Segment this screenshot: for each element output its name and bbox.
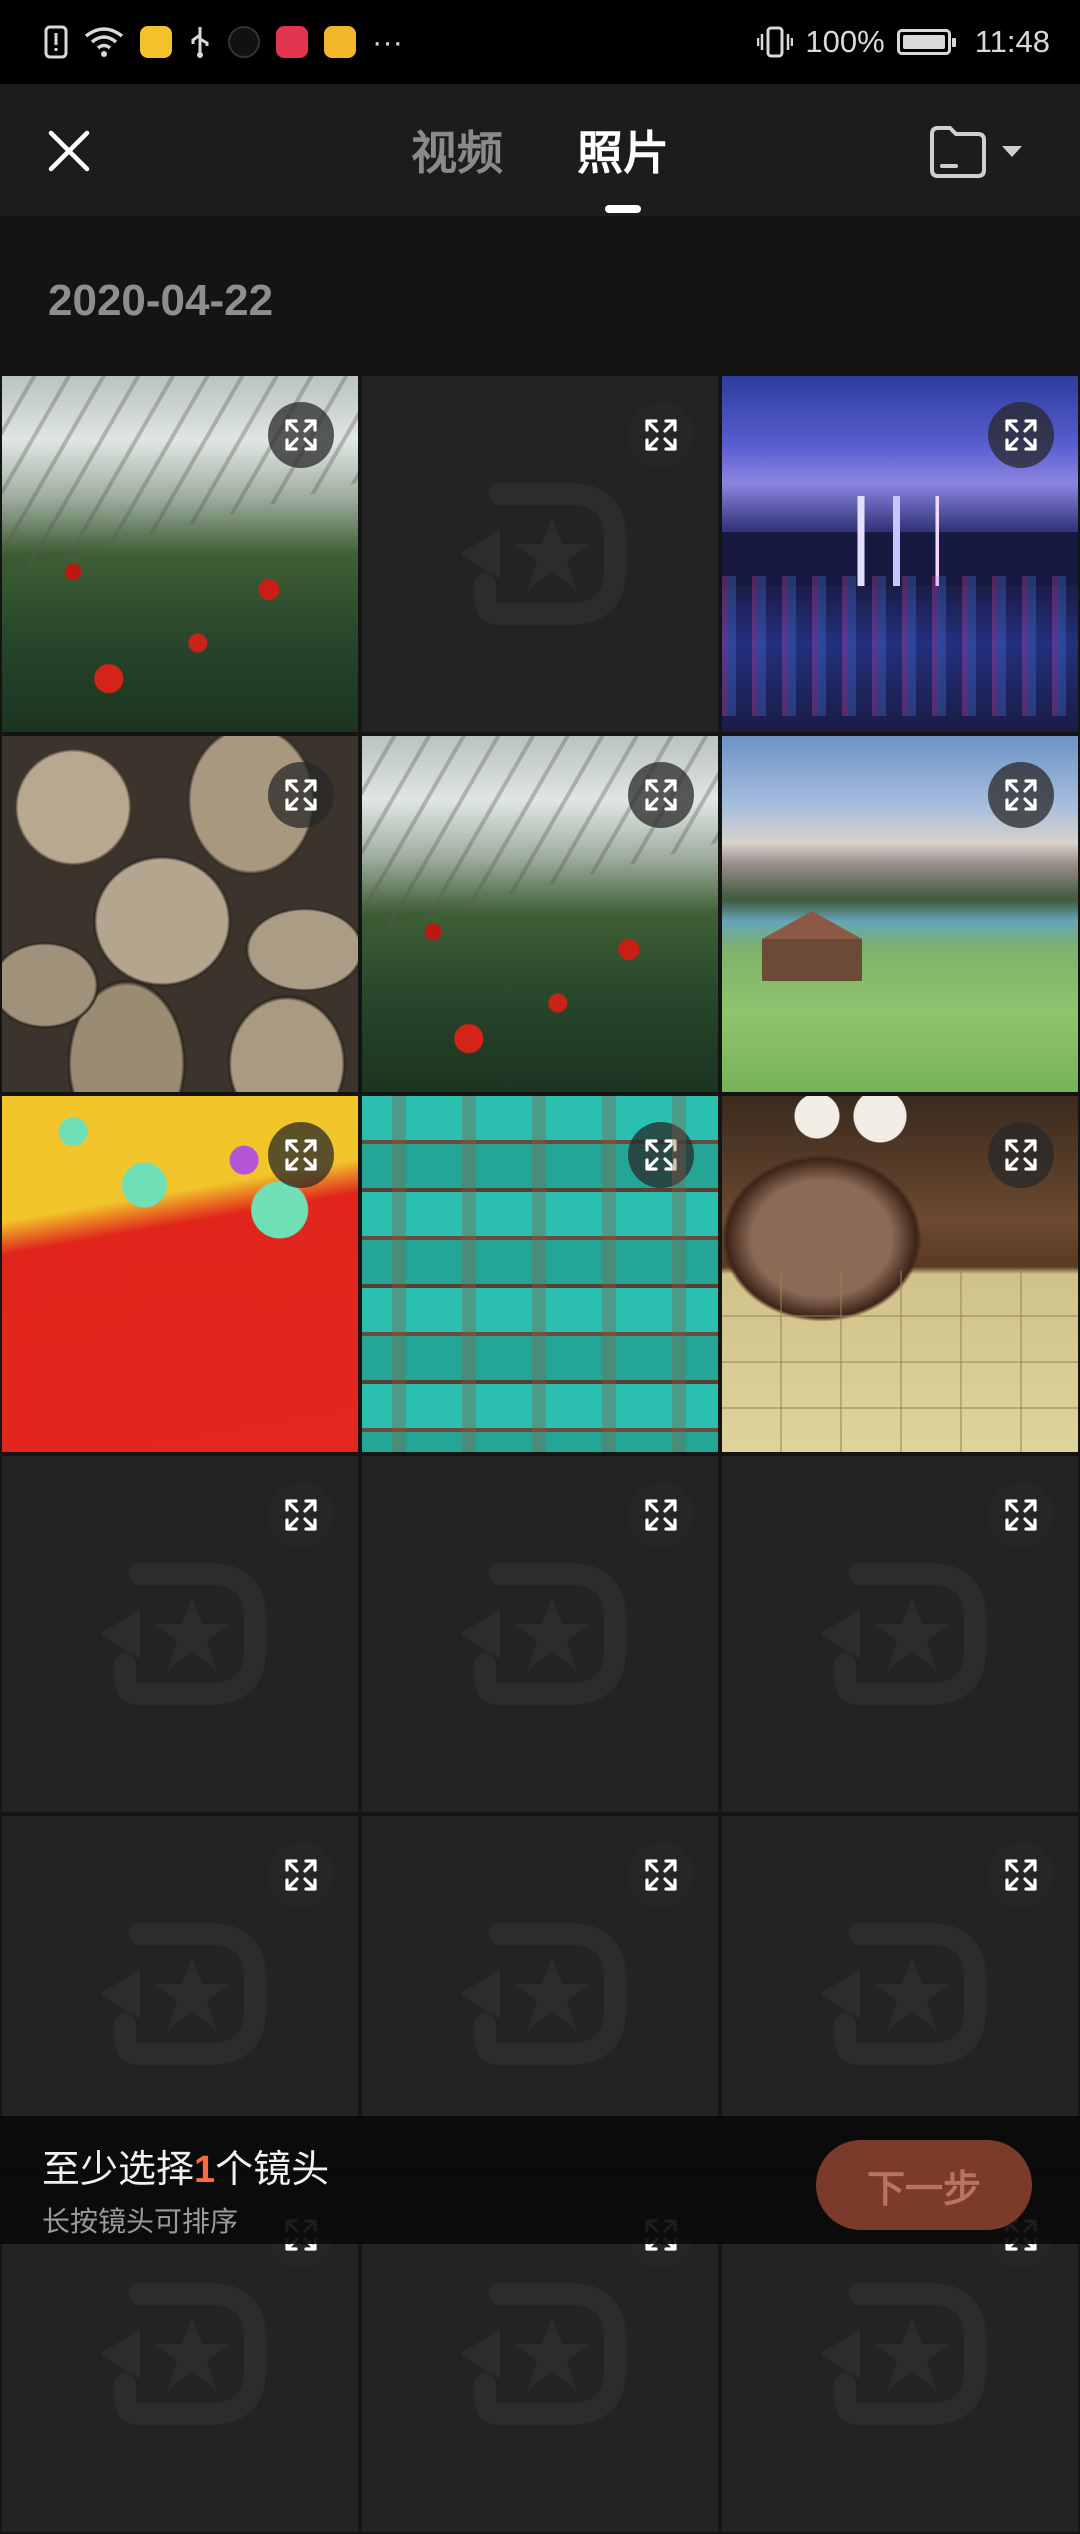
app-logo-placeholder-icon <box>80 1894 280 2094</box>
app-logo-placeholder-icon <box>80 1534 280 1734</box>
media-thumbnail-vase-floor[interactable] <box>722 1096 1078 1452</box>
media-thumbnail-red-floral[interactable] <box>2 1096 358 1452</box>
taxi-app-icon <box>140 22 172 62</box>
media-thumbnail-placeholder[interactable] <box>2 1456 358 1812</box>
preview-button[interactable] <box>268 1122 334 1188</box>
active-tab-indicator <box>605 205 641 213</box>
media-thumbnail-mountain-landscape[interactable] <box>722 736 1078 1092</box>
expand-icon <box>1004 1498 1038 1532</box>
selection-hint-count: 1 <box>194 2149 216 2191</box>
more-notifications-indicator: ··· <box>372 24 403 59</box>
expand-icon <box>284 1858 318 1892</box>
media-thumbnail-placeholder[interactable] <box>722 1456 1078 1812</box>
app-logo-placeholder-icon <box>800 1534 1000 1734</box>
selection-hint-prefix: 至少选择 <box>42 2147 195 2191</box>
media-thumbnail-placeholder[interactable] <box>362 376 718 732</box>
chevron-down-icon <box>1000 144 1024 160</box>
tiktok-app-icon <box>228 22 260 62</box>
status-bar: ··· 100% 11:48 <box>0 0 1080 84</box>
preview-button[interactable] <box>988 402 1054 468</box>
vibrate-icon <box>757 22 794 62</box>
folder-icon <box>928 124 988 180</box>
media-thumbnail-teal-wood[interactable] <box>362 1096 718 1452</box>
expand-icon <box>284 1498 318 1532</box>
expand-icon <box>284 778 318 812</box>
preview-button[interactable] <box>988 1122 1054 1188</box>
next-step-button[interactable]: 下一步 <box>816 2140 1032 2230</box>
preview-button[interactable] <box>268 402 334 468</box>
usb-icon <box>188 22 212 62</box>
clock: 11:48 <box>974 24 1050 59</box>
preview-button[interactable] <box>988 1842 1054 1908</box>
media-type-tabs: 视频 照片 <box>0 84 1080 216</box>
tab-photo[interactable]: 照片 <box>571 117 675 213</box>
media-thumbnail-city-night[interactable] <box>722 376 1078 732</box>
media-thumbnail-placeholder[interactable] <box>362 1456 718 1812</box>
preview-button[interactable] <box>628 1842 694 1908</box>
reorder-hint: 长按镜头可排序 <box>42 2205 239 2238</box>
media-thumbnail-stone-wall[interactable] <box>2 736 358 1092</box>
close-icon <box>47 129 91 173</box>
tab-video-label: 视频 <box>411 126 503 180</box>
date-group-label: 2020-04-22 <box>48 276 274 325</box>
expand-icon <box>1004 418 1038 452</box>
album-selector-button[interactable] <box>928 120 1038 184</box>
battery-percentage: 100% <box>805 24 885 59</box>
status-right: 100% 11:48 <box>757 22 1050 62</box>
status-left: ··· <box>44 22 403 62</box>
expand-icon <box>644 778 678 812</box>
app-logo-placeholder-icon <box>440 1894 640 2094</box>
media-thumbnail-greenhouse[interactable] <box>362 736 718 1092</box>
bottom-selection-bar: 至少选择1个镜头 长按镜头可排序 下一步 <box>0 2116 1080 2244</box>
expand-icon <box>284 418 318 452</box>
expand-icon <box>1004 1858 1038 1892</box>
tab-photo-label: 照片 <box>577 126 669 180</box>
expand-icon <box>644 1858 678 1892</box>
preview-button[interactable] <box>628 1482 694 1548</box>
expand-icon <box>284 1138 318 1172</box>
preview-button[interactable] <box>268 1842 334 1908</box>
expand-icon <box>644 1498 678 1532</box>
app-logo-placeholder-icon <box>80 2254 280 2454</box>
shopping-app-icon <box>276 22 308 62</box>
media-thumbnail-greenhouse[interactable] <box>2 376 358 732</box>
app-logo-placeholder-icon <box>440 1534 640 1734</box>
selection-hint: 至少选择1个镜头 <box>42 2138 329 2193</box>
expand-icon <box>1004 1138 1038 1172</box>
preview-button[interactable] <box>628 1122 694 1188</box>
preview-button[interactable] <box>628 402 694 468</box>
expand-icon <box>644 1138 678 1172</box>
selection-hint-suffix: 个镜头 <box>215 2147 330 2191</box>
preview-button[interactable] <box>268 762 334 828</box>
close-button[interactable] <box>42 124 96 178</box>
expand-icon <box>644 418 678 452</box>
preview-button[interactable] <box>268 1482 334 1548</box>
app-logo-placeholder-icon <box>800 1894 1000 2094</box>
app-logo-placeholder-icon <box>800 2254 1000 2454</box>
app-logo-placeholder-icon <box>440 2254 640 2454</box>
preview-button[interactable] <box>988 1482 1054 1548</box>
battery-icon <box>896 29 956 55</box>
wifi-icon <box>84 22 124 62</box>
weibo-app-icon <box>324 22 356 62</box>
preview-button[interactable] <box>628 762 694 828</box>
tab-video[interactable]: 视频 <box>405 117 509 183</box>
expand-icon <box>1004 778 1038 812</box>
alert-icon <box>44 22 68 62</box>
preview-button[interactable] <box>988 762 1054 828</box>
header: 视频 照片 <box>0 84 1080 216</box>
app-logo-placeholder-icon <box>440 454 640 654</box>
